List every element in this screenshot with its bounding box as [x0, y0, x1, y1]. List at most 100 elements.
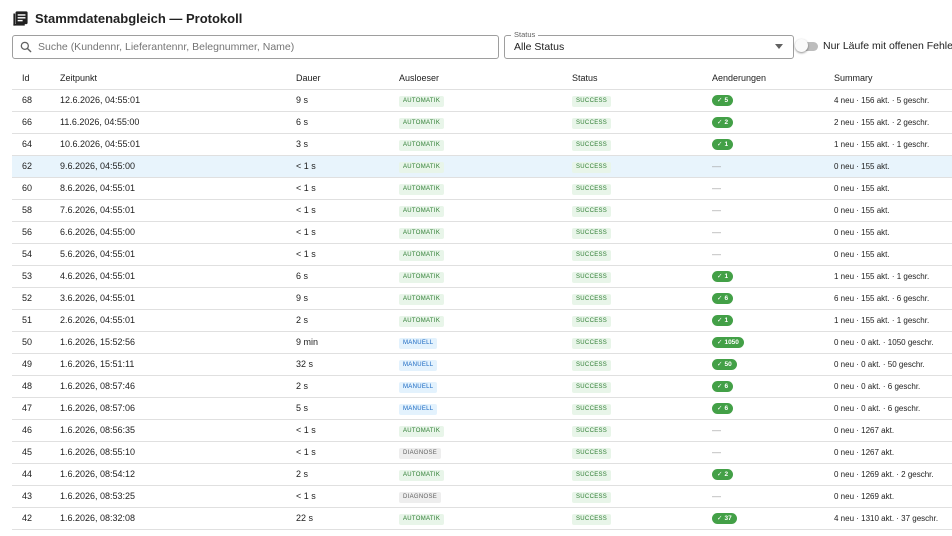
table-row[interactable]: 46 1.6.2026, 08:56:35 < 1 s AUTOMATIK SUCCES… — [12, 419, 952, 442]
cell-id: 51 — [12, 309, 50, 332]
cell-trigger: MANUELL — [389, 375, 562, 398]
cell-status: SUCCESS — [562, 397, 702, 420]
cell-time: 1.6.2026, 08:55:10 — [50, 441, 286, 464]
cell-status: SUCCESS — [562, 507, 702, 530]
trigger-chip: AUTOMATIK — [399, 205, 445, 217]
cell-time: 2.6.2026, 04:55:01 — [50, 309, 286, 332]
cell-status: SUCCESS — [562, 111, 702, 134]
check-icon: ✓ — [717, 119, 723, 127]
cell-status: SUCCESS — [562, 441, 702, 464]
column-header-zeitpunkt[interactable]: Zeitpunkt — [50, 67, 286, 90]
cell-summary: 1 neu · 155 akt. · 1 geschr. — [824, 309, 952, 332]
table-row[interactable]: 52 3.6.2026, 04:55:01 9 s AUTOMATIK SUCCESS ✓… — [12, 287, 952, 310]
status-chip: SUCCESS — [572, 403, 612, 415]
changes-badge: ✓ 1050 — [712, 336, 744, 348]
changes-count: 1 — [724, 316, 729, 324]
column-header-dauer[interactable]: Dauer — [286, 67, 389, 90]
table-row[interactable]: 45 1.6.2026, 08:55:10 < 1 s DIAGNOSE SUCCESS… — [12, 441, 952, 464]
cell-changes: — — [702, 243, 824, 266]
cell-duration: 9 min — [286, 331, 389, 354]
cell-id: 46 — [12, 419, 50, 442]
column-header-aenderungen[interactable]: Aenderungen — [702, 67, 824, 90]
table-row[interactable]: 42 1.6.2026, 08:32:08 22 s AUTOMATIK SUCCESS… — [12, 507, 952, 530]
cell-status: SUCCESS — [562, 485, 702, 508]
cell-trigger: AUTOMATIK — [389, 287, 562, 310]
cell-changes: — — [702, 485, 824, 508]
trigger-chip: DIAGNOSE — [399, 491, 442, 503]
page-title: Stammdatenabgleich — Protokoll — [35, 10, 243, 26]
cell-duration: 9 s — [286, 89, 389, 112]
cell-id: 47 — [12, 397, 50, 420]
table-row[interactable]: 60 8.6.2026, 04:55:01 < 1 s AUTOMATIK SUCCES… — [12, 177, 952, 200]
table-row[interactable]: 64 10.6.2026, 04:55:01 3 s AUTOMATIK SUCCESS… — [12, 133, 952, 156]
changes-count: 1 — [724, 272, 729, 280]
toggle-switch[interactable] — [795, 39, 818, 52]
dropdown-arrow-icon[interactable] — [775, 44, 783, 49]
column-header-status[interactable]: Status — [562, 67, 702, 90]
cell-time: 1.6.2026, 08:56:35 — [50, 419, 286, 442]
check-icon: ✓ — [717, 97, 723, 105]
search-field[interactable] — [12, 35, 499, 59]
table-row[interactable]: 50 1.6.2026, 15:52:56 9 min MANUELL SUCCESS ✓… — [12, 331, 952, 354]
check-icon: ✓ — [717, 317, 723, 325]
cell-id: 60 — [12, 177, 50, 200]
status-chip: SUCCESS — [572, 227, 612, 239]
trigger-chip: AUTOMATIK — [399, 139, 445, 151]
cell-summary: 0 neu · 0 akt. · 6 geschr. — [824, 375, 952, 398]
status-chip: SUCCESS — [572, 425, 612, 437]
table-row[interactable]: 54 5.6.2026, 04:55:01 < 1 s AUTOMATIK SUCCES… — [12, 243, 952, 266]
table-row[interactable]: 53 4.6.2026, 04:55:01 6 s AUTOMATIK SUCCESS ✓… — [12, 265, 952, 288]
status-chip: SUCCESS — [572, 491, 612, 503]
column-header-id[interactable]: Id — [12, 67, 50, 90]
column-header-ausloeser[interactable]: Ausloeser — [389, 67, 562, 90]
changes-badge: ✓ 50 — [712, 358, 737, 370]
open-errors-toggle[interactable]: Nur Läufe mit offenen Fehlern — [795, 39, 952, 52]
cell-time: 11.6.2026, 04:55:00 — [50, 111, 286, 134]
table-row[interactable]: 51 2.6.2026, 04:55:01 2 s AUTOMATIK SUCCESS ✓… — [12, 309, 952, 332]
cell-changes: — — [702, 419, 824, 442]
cell-id: 64 — [12, 133, 50, 156]
cell-trigger: AUTOMATIK — [389, 243, 562, 266]
table-row[interactable]: 44 1.6.2026, 08:54:12 2 s AUTOMATIK SUCCESS ✓… — [12, 463, 952, 486]
check-icon: ✓ — [717, 515, 723, 523]
table-row[interactable]: 66 11.6.2026, 04:55:00 6 s AUTOMATIK SUCCESS… — [12, 111, 952, 134]
cell-summary: 0 neu · 155 akt. — [824, 199, 952, 222]
cell-status: SUCCESS — [562, 221, 702, 244]
cell-changes: ✓ 2 — [702, 463, 824, 486]
trigger-chip: AUTOMATIK — [399, 227, 445, 239]
search-input[interactable] — [38, 41, 478, 53]
cell-time: 12.6.2026, 04:55:01 — [50, 89, 286, 112]
cell-time: 1.6.2026, 08:57:46 — [50, 375, 286, 398]
cell-summary: 0 neu · 155 akt. — [824, 243, 952, 266]
cell-changes: — — [702, 155, 824, 178]
check-icon: ✓ — [717, 141, 723, 149]
table-row[interactable]: 47 1.6.2026, 08:57:06 5 s MANUELL SUCCESS ✓ 6 0… — [12, 397, 952, 420]
table-row[interactable]: 62 9.6.2026, 04:55:00 < 1 s AUTOMATIK SUCCES… — [12, 155, 952, 178]
cell-trigger: AUTOMATIK — [389, 463, 562, 486]
status-chip: SUCCESS — [572, 205, 612, 217]
cell-id: 49 — [12, 353, 50, 376]
cell-id: 48 — [12, 375, 50, 398]
no-changes-dash: — — [712, 183, 721, 193]
cell-summary: 1 neu · 155 akt. · 1 geschr. — [824, 133, 952, 156]
status-chip: SUCCESS — [572, 139, 612, 151]
cell-id: 56 — [12, 221, 50, 244]
cell-changes: ✓ 2 — [702, 111, 824, 134]
table-row[interactable]: 49 1.6.2026, 15:51:11 32 s MANUELL SUCCESS ✓ 5… — [12, 353, 952, 376]
changes-count: 5 — [724, 96, 729, 104]
check-icon: ✓ — [717, 471, 723, 479]
trigger-chip: MANUELL — [399, 403, 438, 415]
cell-summary: 0 neu · 0 akt. · 6 geschr. — [824, 397, 952, 420]
cell-id: 62 — [12, 155, 50, 178]
table-row[interactable]: 48 1.6.2026, 08:57:46 2 s MANUELL SUCCESS ✓ 6 0… — [12, 375, 952, 398]
trigger-chip: AUTOMATIK — [399, 95, 445, 107]
table-row[interactable]: 68 12.6.2026, 04:55:01 9 s AUTOMATIK SUCCESS… — [12, 89, 952, 112]
cell-summary: 0 neu · 1269 akt. — [824, 485, 952, 508]
status-select[interactable]: Status Alle Status — [504, 30, 794, 59]
trigger-chip: MANUELL — [399, 337, 438, 349]
column-header-summary[interactable]: Summary — [824, 67, 952, 90]
table-row[interactable]: 56 6.6.2026, 04:55:00 < 1 s AUTOMATIK SUCCES… — [12, 221, 952, 244]
table-row[interactable]: 58 7.6.2026, 04:55:01 < 1 s AUTOMATIK SUCCES… — [12, 199, 952, 222]
status-select-label: Status — [511, 30, 539, 39]
table-row[interactable]: 43 1.6.2026, 08:53:25 < 1 s DIAGNOSE SUCCESS… — [12, 485, 952, 508]
